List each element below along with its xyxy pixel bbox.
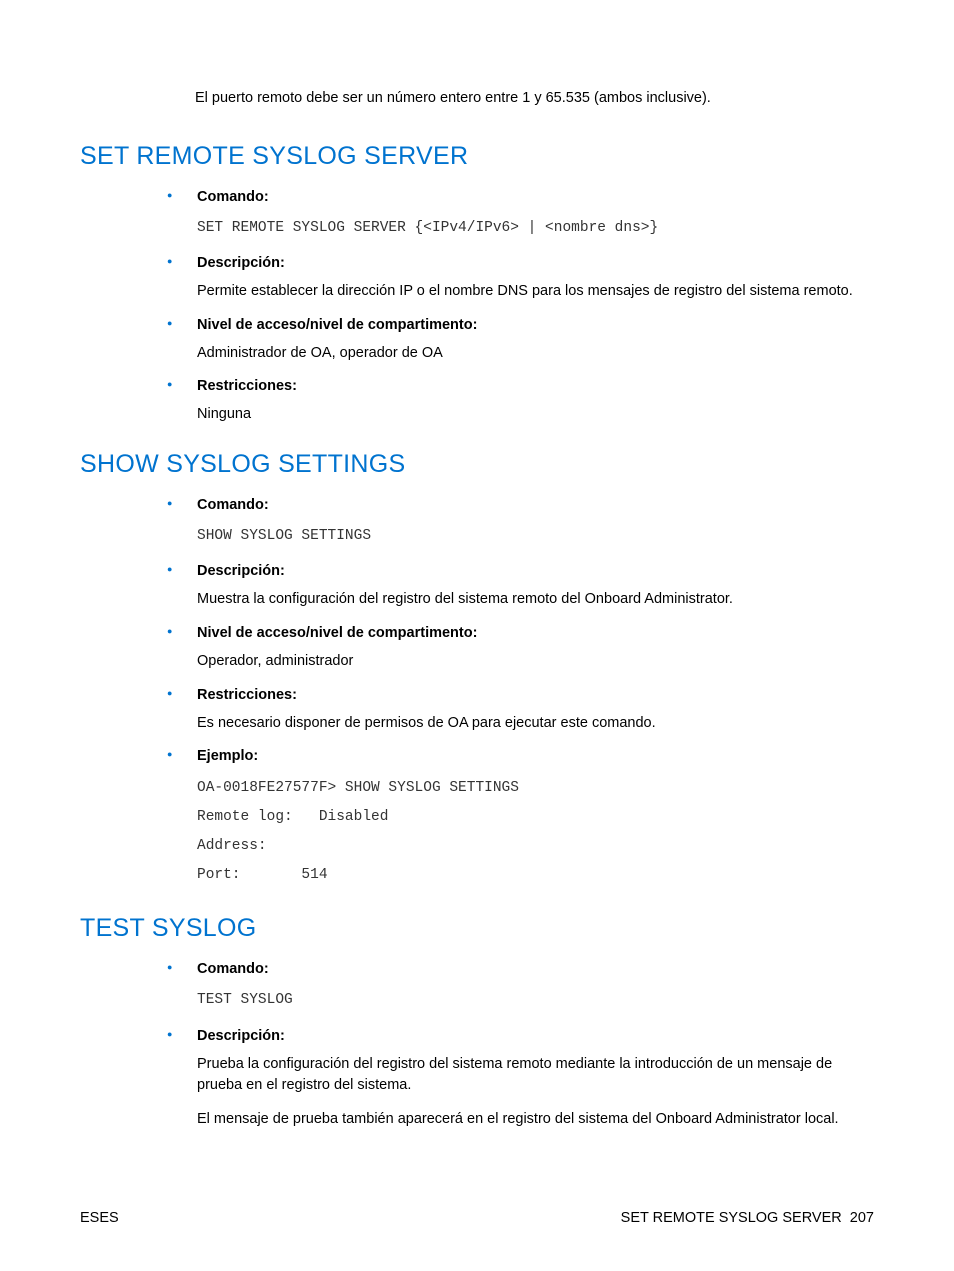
cmd-list: Comando: SET REMOTE SYSLOG SERVER {<IPv4… [152, 189, 874, 426]
item-text: Ninguna [197, 404, 874, 426]
item-label: Descripción: [197, 563, 874, 579]
list-item: Descripción: Prueba la configuración del… [152, 1028, 874, 1131]
item-mono: SHOW SYSLOG SETTINGS [197, 523, 874, 549]
item-label: Comando: [197, 497, 874, 513]
item-label: Comando: [197, 961, 874, 977]
section-title-show-syslog-settings: SHOW SYSLOG SETTINGS [80, 450, 874, 479]
cmd-list: Comando: SHOW SYSLOG SETTINGS Descripció… [152, 497, 874, 890]
list-item: Descripción: Permite establecer la direc… [152, 255, 874, 303]
footer-title: SET REMOTE SYSLOG SERVER [621, 1210, 842, 1226]
item-label: Nivel de acceso/nivel de compartimento: [197, 317, 874, 333]
item-text: Permite establecer la dirección IP o el … [197, 281, 874, 303]
list-item: Comando: TEST SYSLOG [152, 961, 874, 1013]
list-item: Comando: SHOW SYSLOG SETTINGS [152, 497, 874, 549]
intro-text: El puerto remoto debe ser un número ente… [195, 88, 874, 110]
item-label: Ejemplo: [197, 748, 874, 764]
item-label: Descripción: [197, 255, 874, 271]
list-item: Nivel de acceso/nivel de compartimento: … [152, 317, 874, 365]
item-text: Administrador de OA, operador de OA [197, 343, 874, 365]
item-text: Operador, administrador [197, 651, 874, 673]
item-mono: SET REMOTE SYSLOG SERVER {<IPv4/IPv6> | … [197, 215, 874, 241]
item-label: Nivel de acceso/nivel de compartimento: [197, 625, 874, 641]
footer-right: SET REMOTE SYSLOG SERVER 207 [621, 1210, 874, 1226]
item-label: Comando: [197, 189, 874, 205]
cmd-list: Comando: TEST SYSLOG Descripción: Prueba… [152, 961, 874, 1130]
footer-left: ESES [80, 1210, 119, 1226]
page: El puerto remoto debe ser un número ente… [0, 0, 954, 1271]
item-mono-block: OA-0018FE27577F> SHOW SYSLOG SETTINGS Re… [197, 774, 874, 890]
item-text: El mensaje de prueba también aparecerá e… [197, 1109, 874, 1131]
list-item: Restricciones: Ninguna [152, 378, 874, 426]
item-text: Muestra la configuración del registro de… [197, 589, 874, 611]
list-item: Comando: SET REMOTE SYSLOG SERVER {<IPv4… [152, 189, 874, 241]
list-item: Restricciones: Es necesario disponer de … [152, 687, 874, 735]
section-title-set-remote-syslog-server: SET REMOTE SYSLOG SERVER [80, 142, 874, 171]
footer-page-number: 207 [850, 1210, 874, 1226]
page-footer: ESES SET REMOTE SYSLOG SERVER 207 [80, 1210, 874, 1226]
item-text: Prueba la configuración del registro del… [197, 1054, 874, 1098]
item-label: Restricciones: [197, 378, 874, 394]
item-label: Descripción: [197, 1028, 874, 1044]
item-label: Restricciones: [197, 687, 874, 703]
list-item: Nivel de acceso/nivel de compartimento: … [152, 625, 874, 673]
list-item: Descripción: Muestra la configuración de… [152, 563, 874, 611]
item-text: Es necesario disponer de permisos de OA … [197, 713, 874, 735]
item-mono: TEST SYSLOG [197, 987, 874, 1013]
section-title-test-syslog: TEST SYSLOG [80, 914, 874, 943]
list-item: Ejemplo: OA-0018FE27577F> SHOW SYSLOG SE… [152, 748, 874, 890]
